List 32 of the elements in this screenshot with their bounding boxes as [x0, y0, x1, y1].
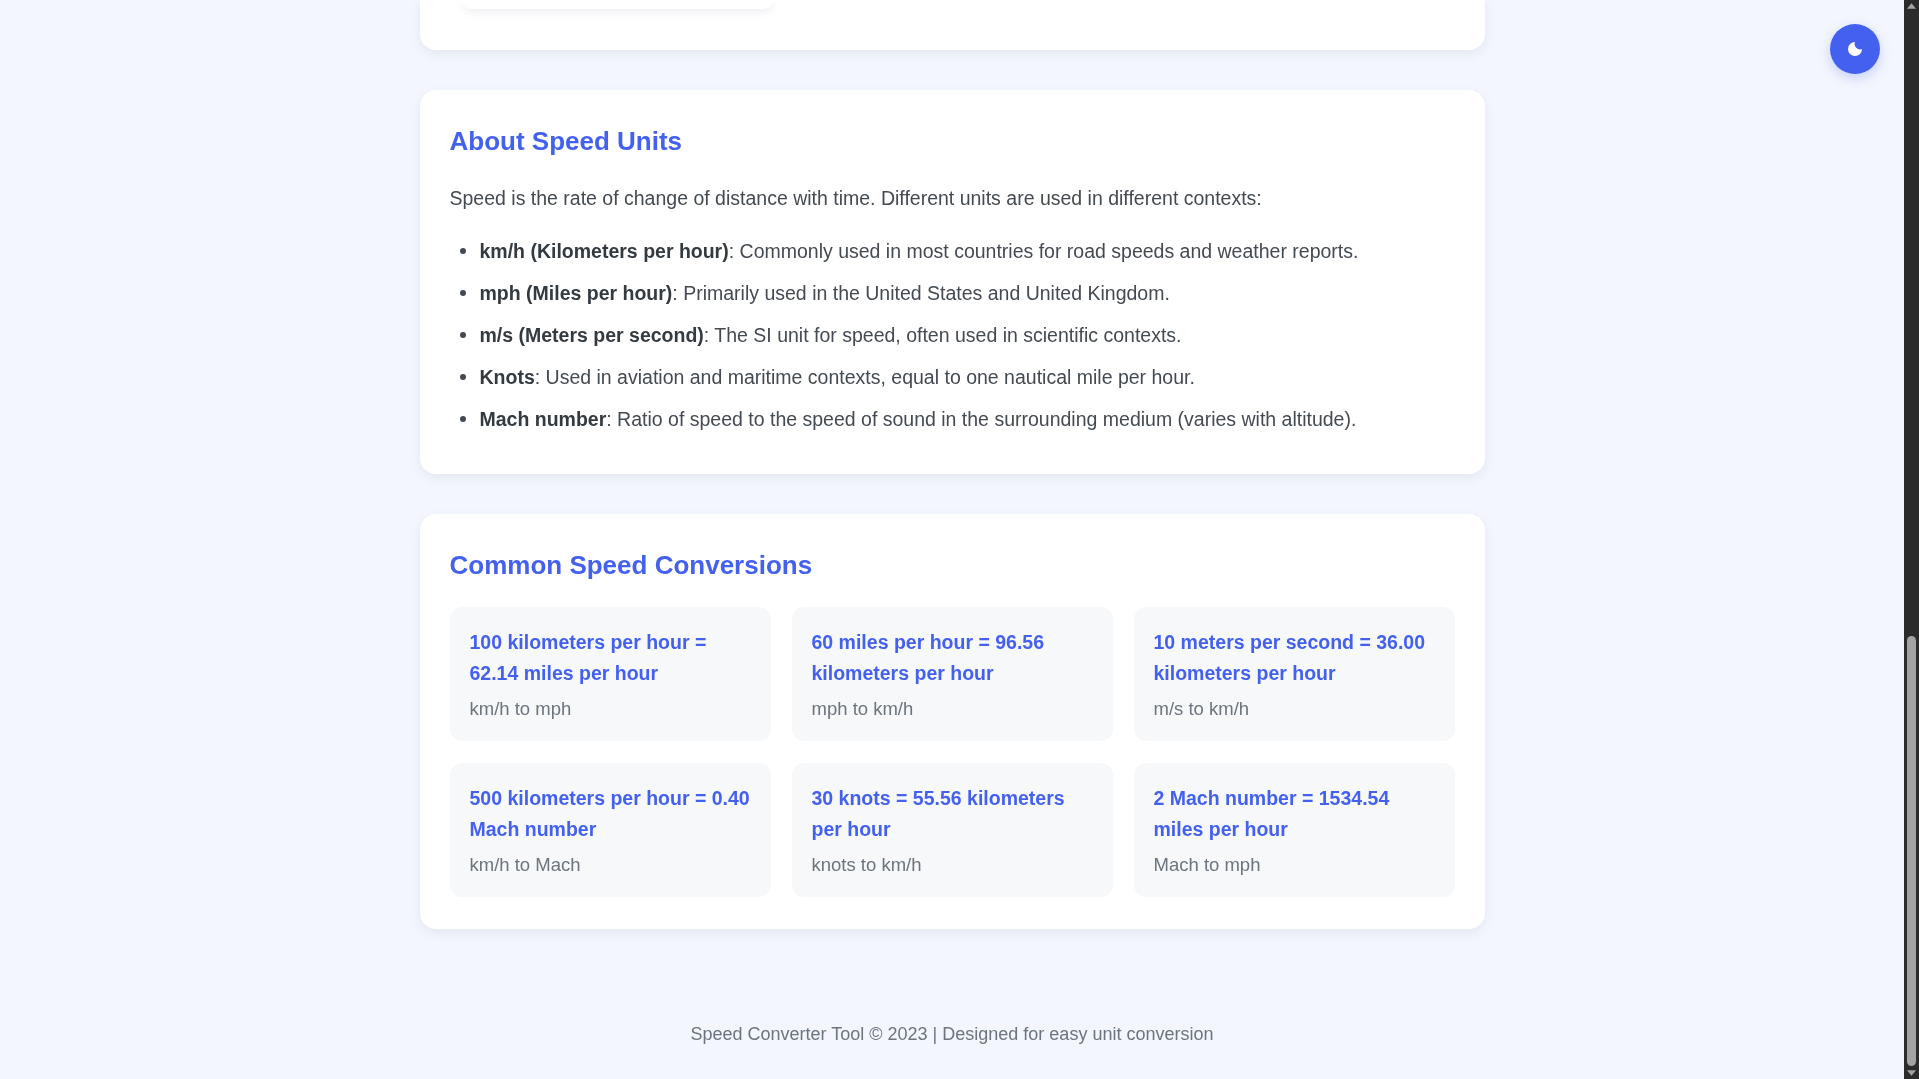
intro-text: Speed is the rate of change of distance with time. Different units are used in different contexts: [449, 186, 1263, 211]
unit-description: m/s (Meters per second): The SI unit for speed, often used in scientific contexts. [479, 323, 1182, 348]
conversion-label: km/h to mph [469, 697, 573, 721]
unit-description: Mach number: Ratio of speed to the speed of sound in the surrounding medium (varies with altitude). [479, 407, 1357, 432]
bullet-icon [459, 332, 466, 338]
conversion-result: 30 knots = 55.56 kilometers per hour [811, 786, 1066, 842]
unit-description: km/h (Kilometers per hour): Commonly used in most countries for road speeds and weather reports. [479, 239, 1359, 264]
bullet-icon [459, 290, 466, 296]
section-title: About Speed Units [449, 125, 684, 158]
conversion-label: mph to km/h [811, 697, 915, 721]
scroll-up-arrow-icon[interactable] [1907, 3, 1916, 9]
conversion-label: Mach to mph [1153, 853, 1262, 877]
moon-icon [1848, 42, 1862, 56]
unit-description: mph (Miles per hour): Primarily used in the United States and United Kingdom. [479, 281, 1170, 306]
conversion-result: 10 meters per second = 36.00 kilometers per hour [1153, 630, 1427, 686]
conversion-result: 500 kilometers per hour = 0.40 Mach number [469, 786, 751, 842]
conversion-label: knots to km/h [811, 853, 923, 877]
scroll-down-arrow-icon[interactable] [1907, 1070, 1916, 1076]
conversion-result: 100 kilometers per hour = 62.14 miles per hour [469, 630, 708, 686]
conversion-label: km/h to Mach [469, 853, 582, 877]
footer-text: Speed Converter Tool © 2023 | Designed for easy unit conversion [690, 1023, 1214, 1046]
conversion-result: 60 miles per hour = 96.56 kilometers per hour [811, 630, 1045, 686]
conversion-label: m/s to km/h [1153, 697, 1251, 721]
scrollbar[interactable] [1904, 0, 1919, 1079]
scrollbar-thumb[interactable] [1907, 636, 1916, 1066]
unit-description: Knots: Used in aviation and maritime contexts, equal to one nautical mile per hour. [479, 365, 1195, 390]
bullet-icon [459, 416, 466, 422]
bullet-icon [459, 374, 466, 380]
bullet-icon [459, 248, 466, 254]
conversion-result: 2 Mach number = 1534.54 miles per hour [1153, 786, 1391, 842]
theme-toggle-button[interactable] [1830, 24, 1880, 74]
section-title: Common Speed Conversions [449, 549, 814, 582]
